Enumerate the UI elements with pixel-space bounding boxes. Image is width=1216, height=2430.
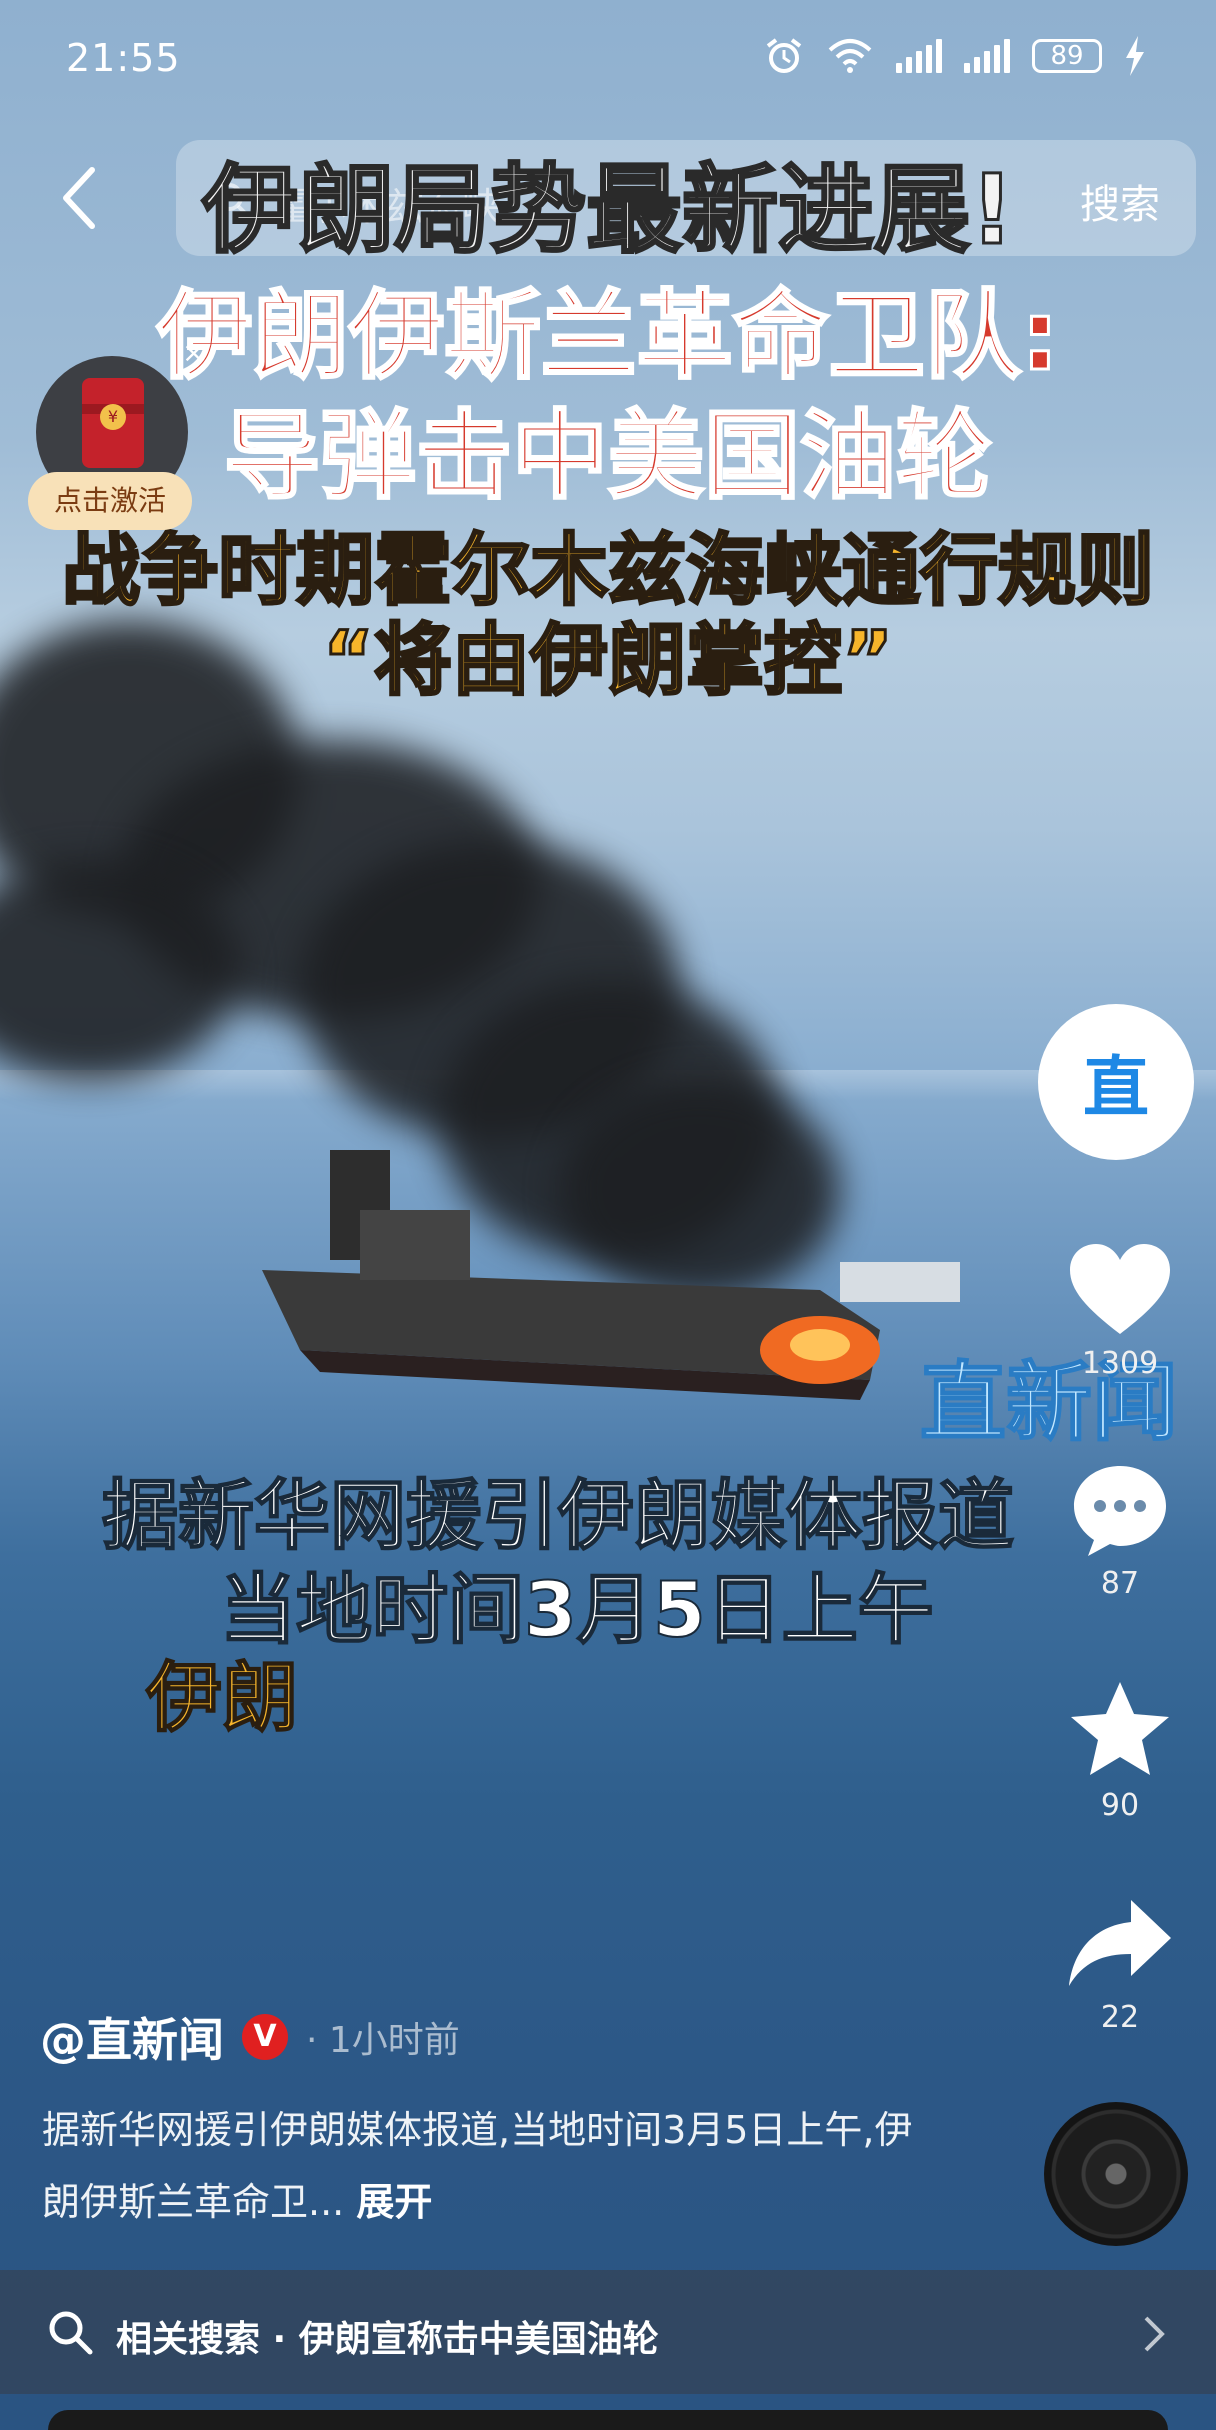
- close-icon[interactable]: ×: [182, 336, 205, 369]
- heart-icon: [1070, 1244, 1170, 1334]
- wifi-icon: [828, 39, 872, 73]
- comment-button[interactable]: 87: [1060, 1462, 1180, 1601]
- post-description: 据新华网援引伊朗媒体报道,当地时间3月5日上午,伊朗伊斯兰革命卫... 展开: [42, 2094, 942, 2238]
- post-time: · 1小时前: [306, 2020, 460, 2061]
- activate-button[interactable]: 点击激活: [28, 472, 192, 530]
- related-search-label: 相关搜索 · 伊朗宣称击中美国油轮: [116, 2319, 659, 2360]
- status-time: 21:55: [66, 36, 181, 80]
- like-count: 1309: [1081, 1346, 1159, 1381]
- share-arrow-icon: [1069, 1900, 1171, 1986]
- status-icons: 89: [764, 36, 1146, 76]
- description-text: 据新华网援引伊朗媒体报道,当地时间3月5日上午,伊朗伊斯兰革命卫...: [42, 2108, 913, 2224]
- headline-title: 伊朗局势最新进展!: [201, 153, 1016, 268]
- battery-icon: 89: [1032, 39, 1102, 73]
- favorite-button[interactable]: 90: [1060, 1680, 1180, 1823]
- headline-line: “将由伊朗掌控”: [321, 615, 895, 708]
- comment-icon: [1074, 1466, 1166, 1556]
- comment-count: 87: [1100, 1566, 1140, 1601]
- battery-level: 89: [1050, 41, 1084, 71]
- avatar-text: 直: [1083, 1049, 1149, 1126]
- star-icon: [1071, 1682, 1169, 1775]
- search-icon: [49, 2311, 93, 2355]
- subtitle-line: 当地时间3月5日上午: [219, 1564, 935, 1655]
- author-name[interactable]: @直新闻: [40, 2004, 224, 2070]
- bottom-nav-edge: [48, 2410, 1168, 2430]
- verified-badge: V: [242, 2014, 288, 2060]
- subtitle-line: 伊朗: [145, 1652, 299, 1743]
- like-button[interactable]: 1309: [1060, 1242, 1180, 1381]
- signal-icon: [964, 39, 1010, 73]
- charging-icon: [1126, 36, 1144, 76]
- favorite-count: 90: [1100, 1788, 1140, 1823]
- chevron-right-icon: [1144, 2316, 1165, 2352]
- music-disc-icon[interactable]: [1044, 2102, 1188, 2246]
- status-bar: 21:55 89: [0, 0, 1216, 120]
- share-count: 22: [1100, 2000, 1140, 2035]
- related-search-bar[interactable]: 相关搜索 · 伊朗宣称击中美国油轮: [0, 2270, 1216, 2394]
- expand-link[interactable]: 展开: [356, 2180, 432, 2224]
- author-avatar[interactable]: 直: [1038, 1004, 1194, 1160]
- share-button[interactable]: 22: [1060, 1896, 1180, 2035]
- headline-line: 伊朗伊斯兰革命卫队:: [155, 279, 1060, 394]
- signal-icon: [896, 39, 942, 73]
- coin-icon: ¥: [100, 404, 126, 430]
- author-row: @直新闻 V · 1小时前: [40, 2004, 460, 2070]
- alarm-icon: [766, 38, 802, 73]
